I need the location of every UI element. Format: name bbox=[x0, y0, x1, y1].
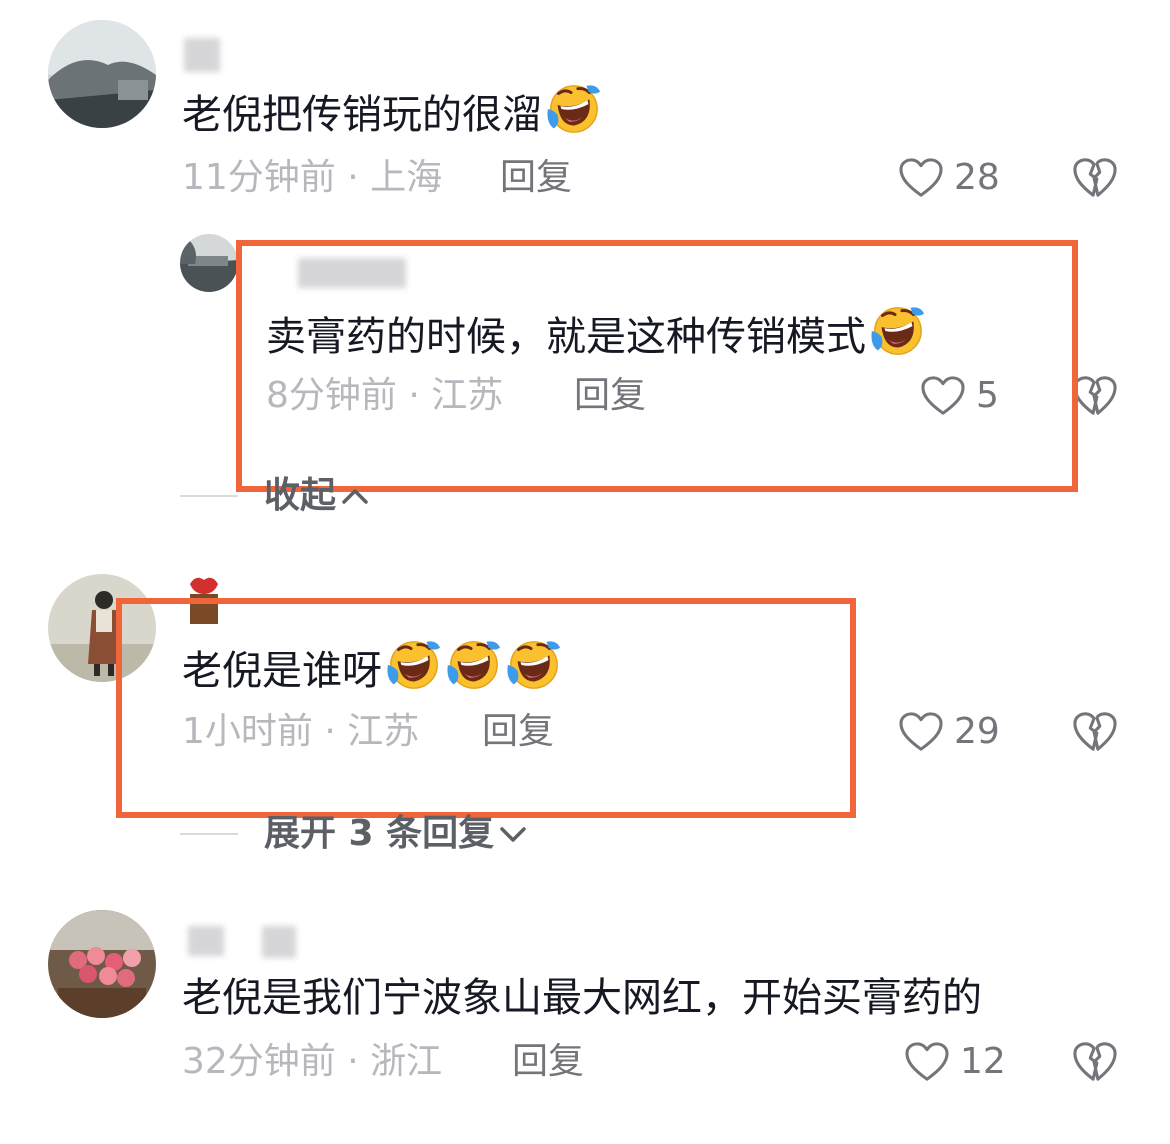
like-button[interactable]: 12 bbox=[904, 1040, 1006, 1084]
avatar[interactable] bbox=[48, 20, 156, 128]
username-redacted bbox=[184, 38, 220, 72]
broken-heart-icon[interactable] bbox=[1072, 710, 1118, 754]
broken-heart-icon[interactable] bbox=[1072, 374, 1118, 418]
reply-button[interactable]: 回复 bbox=[500, 156, 572, 200]
like-button[interactable]: 29 bbox=[898, 710, 1000, 754]
like-count: 28 bbox=[954, 157, 1000, 198]
laughing-crying-emoji-icon bbox=[544, 80, 602, 138]
like-count: 29 bbox=[954, 711, 1000, 752]
chevron-down-icon bbox=[500, 827, 526, 842]
comment-text: 老倪把传销玩的很溜 bbox=[182, 80, 602, 141]
reply-button[interactable]: 回复 bbox=[512, 1040, 584, 1084]
like-button[interactable]: 28 bbox=[898, 156, 1000, 200]
highlight-box bbox=[236, 240, 1078, 492]
comment-meta: 11分钟前 · 上海 bbox=[182, 157, 443, 198]
thread-divider bbox=[180, 833, 238, 835]
heart-outline-icon bbox=[898, 157, 944, 199]
thread-divider bbox=[180, 495, 238, 497]
broken-heart-icon[interactable] bbox=[1072, 156, 1118, 200]
avatar[interactable] bbox=[48, 910, 156, 1018]
heart-outline-icon bbox=[904, 1041, 950, 1083]
like-count: 12 bbox=[960, 1041, 1006, 1082]
heart-outline-icon bbox=[898, 711, 944, 753]
comment-text: 老倪是我们宁波象山最大网红，开始买膏药的 bbox=[182, 975, 982, 1021]
broken-heart-icon[interactable] bbox=[1072, 1040, 1118, 1084]
highlight-box bbox=[116, 598, 856, 818]
avatar[interactable] bbox=[180, 234, 238, 292]
username-redacted bbox=[262, 926, 296, 958]
chevron-up-icon bbox=[342, 489, 368, 504]
expand-replies-button[interactable]: 展开 3 条回复 bbox=[264, 812, 528, 856]
comment-meta: 32分钟前 · 浙江 bbox=[182, 1041, 443, 1082]
collapse-replies-button[interactable]: 收起 bbox=[264, 474, 370, 518]
username-redacted bbox=[188, 926, 224, 956]
